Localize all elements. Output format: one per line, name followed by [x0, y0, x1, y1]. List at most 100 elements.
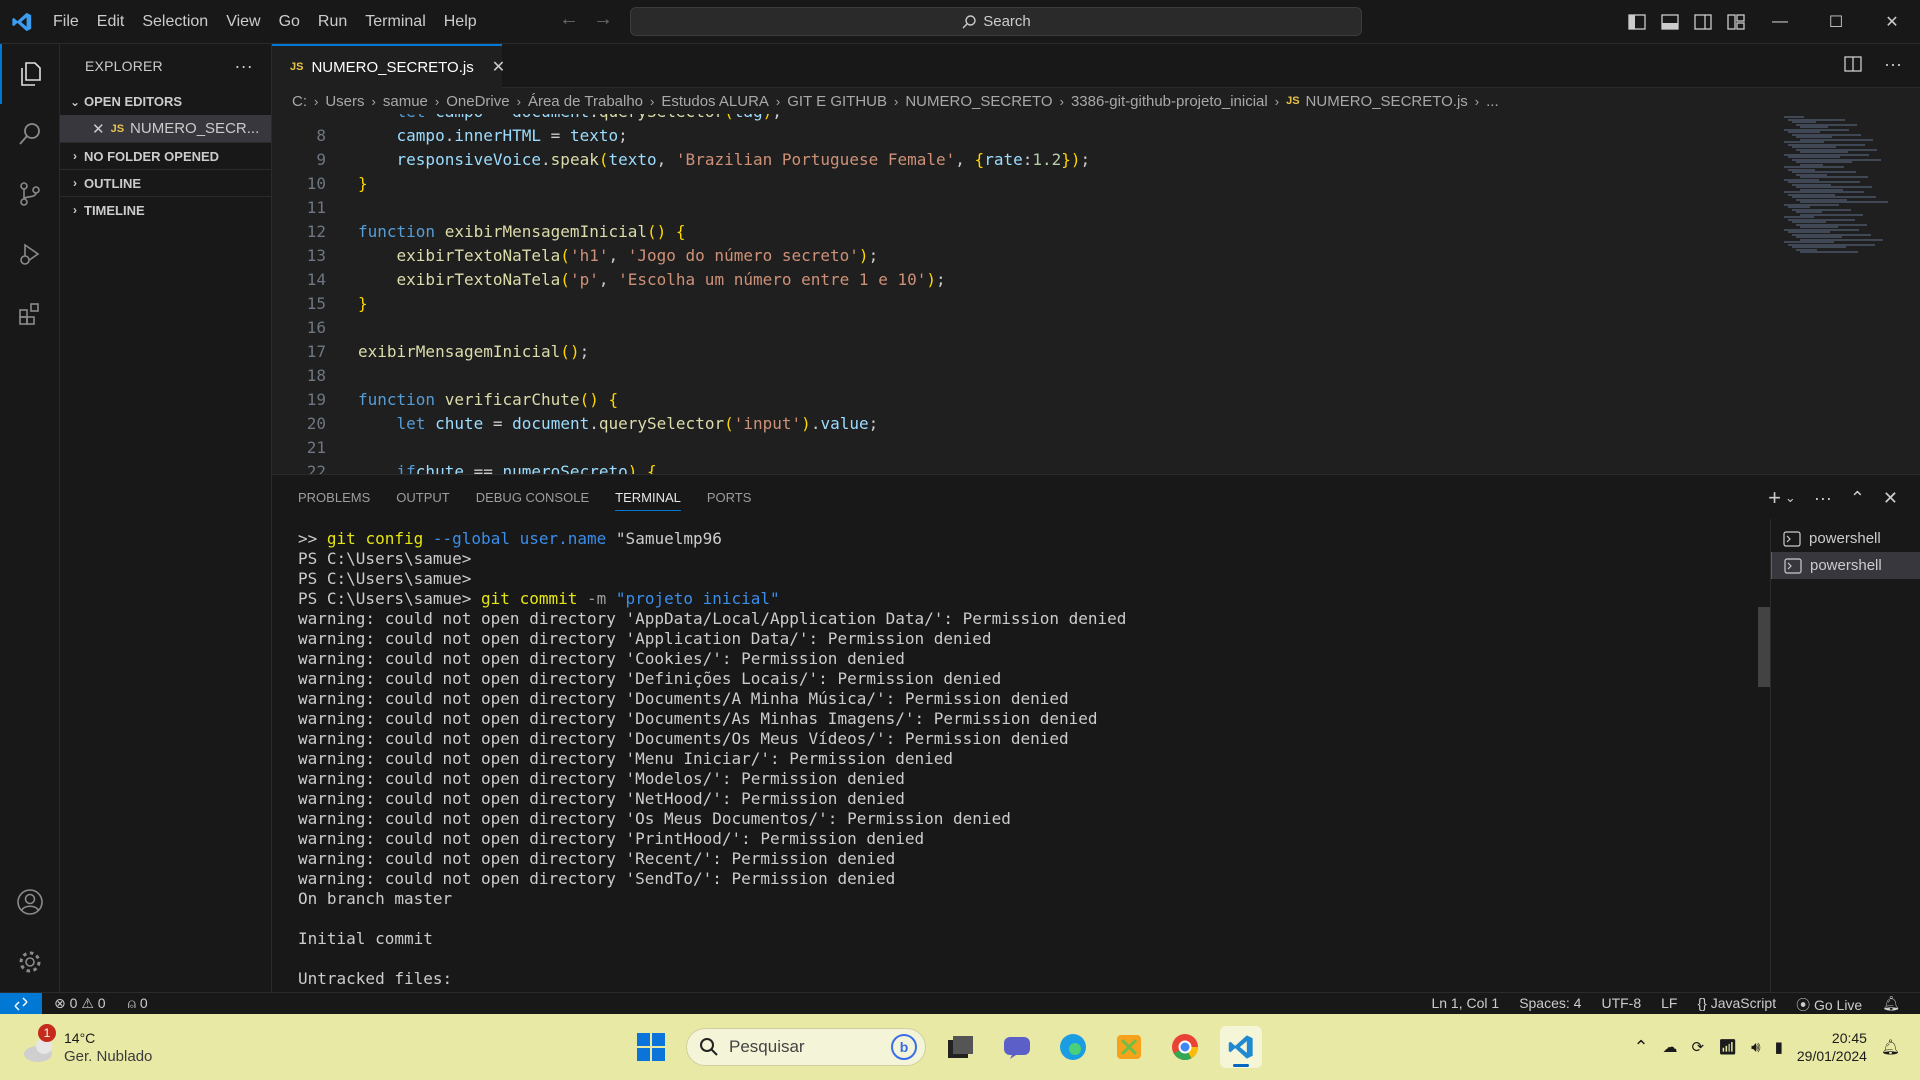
end-of-line[interactable]: LF: [1661, 995, 1677, 1015]
terminal-instance-label: powershell: [1810, 557, 1882, 574]
vscode-logo-icon: [0, 0, 44, 44]
maximize-icon[interactable]: ☐: [1808, 0, 1864, 44]
code-editor[interactable]: let campo = document.querySelector(tag);…: [272, 114, 1920, 474]
close-tab-icon[interactable]: ✕: [492, 57, 505, 77]
close-icon[interactable]: ✕: [92, 120, 105, 138]
outline-section[interactable]: › OUTLINE: [60, 169, 271, 196]
extensions-icon[interactable]: [0, 284, 60, 344]
search-sidebar-icon[interactable]: [0, 104, 60, 164]
maximize-panel-icon[interactable]: ⌃: [1850, 488, 1865, 509]
toggle-sidebar-icon[interactable]: [1620, 0, 1653, 44]
edge-browser-icon[interactable]: [1052, 1026, 1094, 1068]
problems-status[interactable]: ⊗ 0 ⚠ 0: [54, 995, 106, 1012]
code-text: ifchute == numeroSecreto) {: [396, 462, 657, 474]
wifi-icon[interactable]: 📶︎: [1718, 1038, 1737, 1056]
accounts-icon[interactable]: [0, 872, 60, 932]
terminal-scrollbar[interactable]: [1758, 607, 1770, 687]
notifications-bell-icon[interactable]: 🔔︎: [1882, 995, 1900, 1015]
windows-start-icon[interactable]: [630, 1026, 672, 1068]
tab-output[interactable]: OUTPUT: [396, 475, 449, 521]
timeline-section[interactable]: › TIMELINE: [60, 196, 271, 223]
activity-bar: [0, 44, 60, 992]
forward-arrow-icon[interactable]: →: [592, 8, 614, 31]
breadcrumb-item[interactable]: samue: [383, 93, 428, 110]
breadcrumb-item[interactable]: Estudos ALURA: [661, 93, 769, 110]
taskbar-search[interactable]: Pesquisar b: [686, 1028, 926, 1066]
battery-icon[interactable]: ▮: [1775, 1038, 1783, 1056]
code-text: exibirTextoNaTela('h1', 'Jogo do número …: [396, 246, 879, 265]
js-file-icon: JS: [1286, 95, 1300, 107]
ports-status[interactable]: ⍝ 0: [128, 995, 148, 1012]
menu-run[interactable]: Run: [309, 7, 356, 37]
split-editor-icon[interactable]: [1844, 56, 1862, 72]
toggle-secondary-sidebar-icon[interactable]: [1686, 0, 1719, 44]
language-mode[interactable]: {} JavaScript: [1697, 995, 1776, 1015]
remote-indicator-icon[interactable]: [0, 993, 42, 1015]
breadcrumb-item[interactable]: Área de Trabalho: [528, 93, 643, 110]
breadcrumb-item[interactable]: 3386-git-github-projeto_inicial: [1071, 93, 1268, 110]
breadcrumb-item[interactable]: NUMERO_SECRETO.js: [1306, 93, 1468, 110]
open-editor-item[interactable]: ✕ JS NUMERO_SECR...: [60, 115, 271, 142]
terminal-output[interactable]: >> git config --global user.name "Samuel…: [298, 529, 1738, 989]
close-panel-icon[interactable]: ✕: [1883, 488, 1898, 509]
chevron-up-icon[interactable]: ⌃: [1633, 1037, 1648, 1058]
breadcrumb-item[interactable]: GIT E GITHUB: [787, 93, 887, 110]
tab-debug-console[interactable]: DEBUG CONSOLE: [476, 475, 589, 521]
clock[interactable]: 20:45 29/01/2024: [1797, 1029, 1867, 1065]
indentation[interactable]: Spaces: 4: [1519, 995, 1581, 1015]
tab-terminal[interactable]: TERMINAL: [615, 475, 681, 521]
menu-terminal[interactable]: Terminal: [356, 7, 434, 37]
chrome-browser-icon[interactable]: [1164, 1026, 1206, 1068]
tab-ports[interactable]: PORTS: [707, 475, 752, 521]
tab-numero-secreto[interactable]: JS NUMERO_SECRETO.js ✕: [272, 44, 505, 88]
onedrive-cloud-icon[interactable]: ☁: [1663, 1038, 1678, 1056]
volume-icon[interactable]: 🔊︎: [1751, 1039, 1760, 1056]
customize-layout-icon[interactable]: [1719, 0, 1752, 44]
teams-chat-icon[interactable]: [996, 1026, 1038, 1068]
breadcrumb-item[interactable]: ...: [1486, 93, 1499, 110]
notifications-icon[interactable]: 🔔︎: [1881, 1038, 1900, 1056]
terminal-instance[interactable]: powershell: [1771, 525, 1920, 552]
explorer-icon[interactable]: [0, 44, 60, 104]
no-folder-section[interactable]: › NO FOLDER OPENED: [60, 142, 271, 169]
minimize-icon[interactable]: —: [1752, 0, 1808, 44]
breadcrumb-item[interactable]: OneDrive: [446, 93, 509, 110]
breadcrumb-item[interactable]: C:: [292, 93, 307, 110]
open-editor-filename: NUMERO_SECR...: [130, 120, 260, 137]
more-actions-icon[interactable]: ···: [1814, 488, 1832, 509]
menu-go[interactable]: Go: [270, 7, 309, 37]
command-center-search[interactable]: Search: [630, 7, 1362, 36]
weather-widget[interactable]: 1 14°C Ger. Nublado: [22, 1024, 192, 1068]
cursor-position[interactable]: Ln 1, Col 1: [1431, 995, 1499, 1015]
snipping-tool-icon[interactable]: [1108, 1026, 1150, 1068]
chevron-down-icon[interactable]: ⌄: [1785, 490, 1796, 506]
terminal-instance[interactable]: powershell: [1771, 552, 1920, 579]
new-terminal-icon[interactable]: +: [1768, 485, 1781, 511]
go-live-button[interactable]: ⦿ Go Live: [1796, 995, 1862, 1015]
encoding[interactable]: UTF-8: [1601, 995, 1641, 1015]
breadcrumb-item[interactable]: Users: [325, 93, 364, 110]
radio-tower-icon: ⍝: [127, 995, 136, 1011]
line-number: 16: [306, 318, 326, 337]
menu-edit[interactable]: Edit: [88, 7, 134, 37]
breadcrumb-item[interactable]: NUMERO_SECRETO: [905, 93, 1052, 110]
tab-problems[interactable]: PROBLEMS: [298, 475, 370, 521]
sync-icon[interactable]: ⟳: [1692, 1038, 1705, 1056]
source-control-icon[interactable]: [0, 164, 60, 224]
explorer-sidebar: EXPLORER ··· ⌄ OPEN EDITORS ✕ JS NUMERO_…: [60, 44, 272, 992]
toggle-panel-icon[interactable]: [1653, 0, 1686, 44]
run-debug-icon[interactable]: [0, 224, 60, 284]
task-view-icon[interactable]: [940, 1026, 982, 1068]
settings-gear-icon[interactable]: [0, 932, 60, 992]
more-actions-icon[interactable]: ···: [234, 56, 253, 77]
menu-help[interactable]: Help: [435, 7, 486, 37]
menu-file[interactable]: File: [44, 7, 88, 37]
more-actions-icon[interactable]: ···: [1884, 55, 1902, 73]
vscode-taskbar-icon[interactable]: [1220, 1026, 1262, 1068]
menu-view[interactable]: View: [217, 7, 269, 37]
back-arrow-icon[interactable]: ←: [558, 8, 580, 31]
close-window-icon[interactable]: ✕: [1864, 0, 1920, 44]
open-editors-section[interactable]: ⌄ OPEN EDITORS: [60, 88, 271, 115]
minimap[interactable]: [1780, 114, 1900, 254]
menu-selection[interactable]: Selection: [133, 7, 217, 37]
